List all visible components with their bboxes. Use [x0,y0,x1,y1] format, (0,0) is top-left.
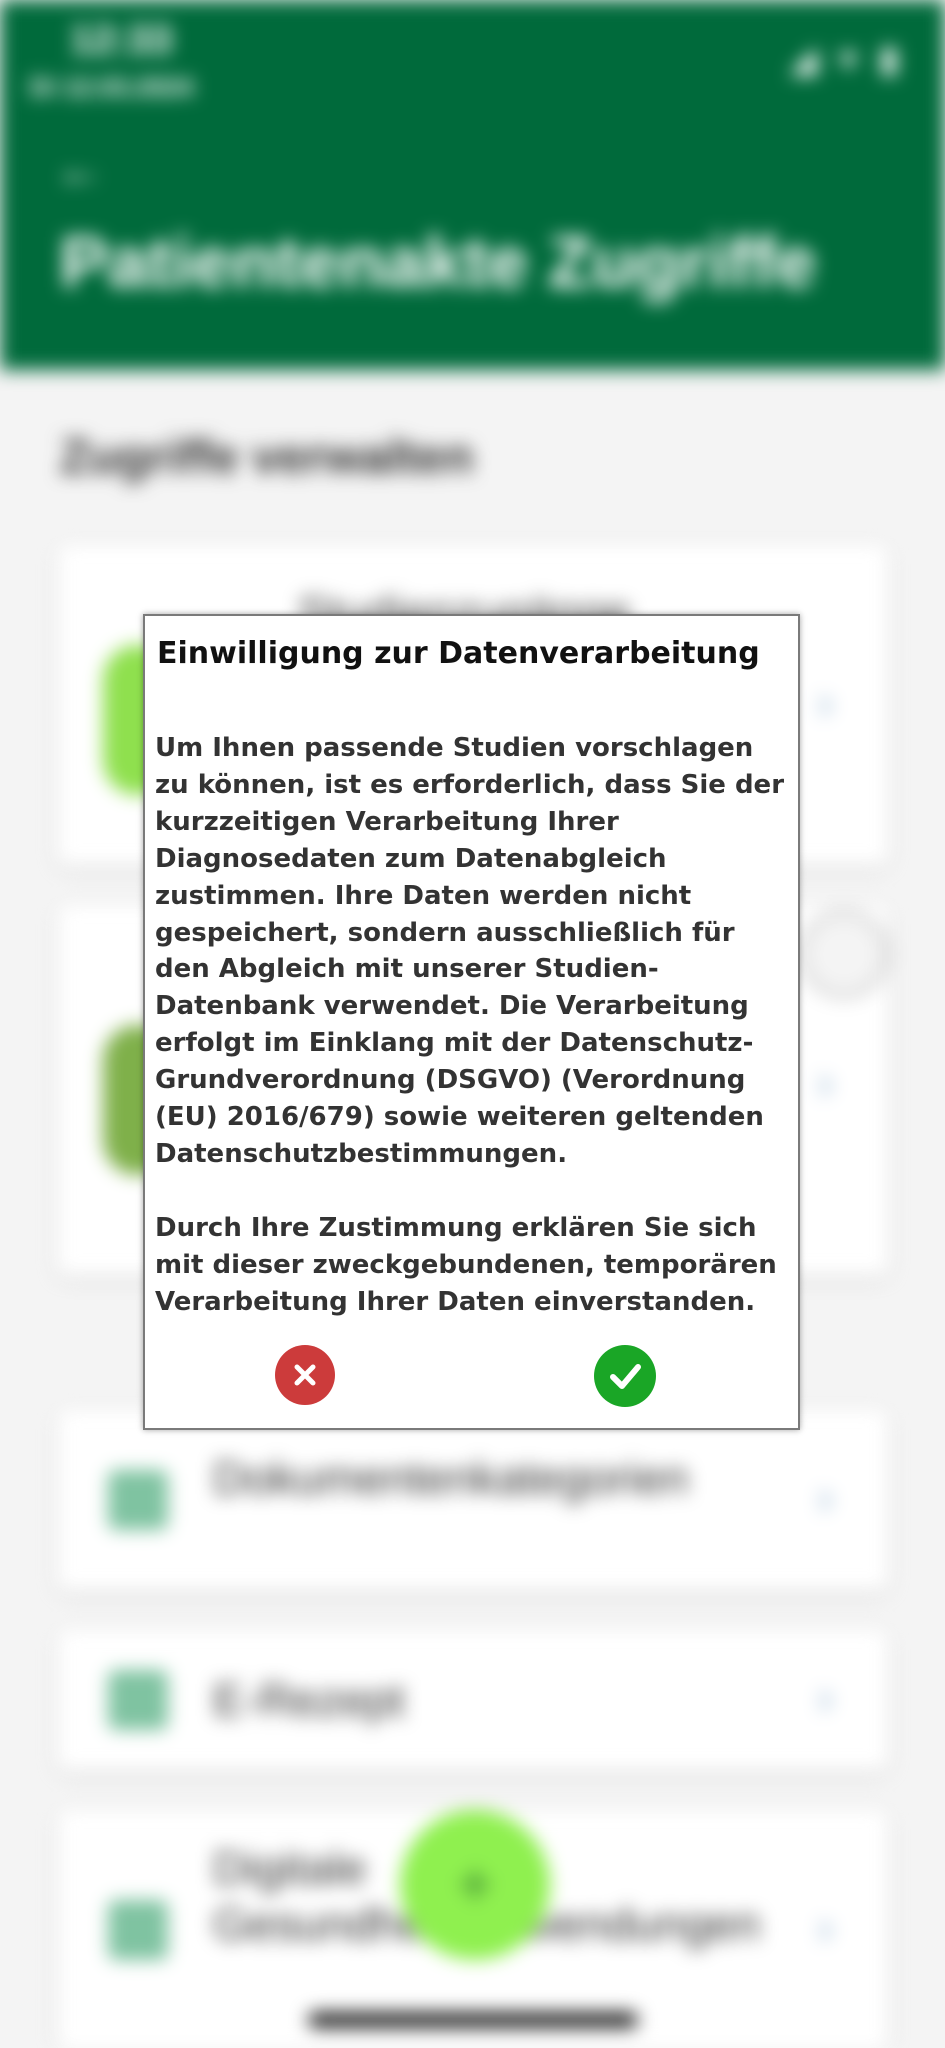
status-time: 12:33 [70,18,173,62]
card-label: E-Rezept [213,1674,405,1726]
close-icon [294,1364,316,1386]
chevron-right-icon: › [817,1056,833,1108]
chevron-right-icon: › [817,1901,833,1953]
chevron-right-icon: › [817,1671,833,1723]
dialog-title: Einwilligung zur Datenverarbeitung [157,636,760,671]
back-arrow-icon[interactable]: ← [55,140,105,198]
card-document-categories[interactable]: Dokumentenkategorien › [58,1410,888,1590]
status-icons: ◢ ▾ ▮ [789,38,905,79]
chevron-right-icon: › [817,1471,833,1523]
app-header: 12:33 Di 12.03.2024 ◢ ▾ ▮ ← Patientenakt… [0,0,945,370]
status-date: Di 12.03.2024 [30,72,194,102]
page-title: Patientenakte Zugriffe [60,223,817,303]
consent-text-paragraph-1: Um Ihnen passende Studien vorschlagen zu… [155,733,785,1169]
consent-dialog: Einwilligung zur Datenverarbeitung Um Ih… [143,614,800,1430]
section-heading: Zugriffe verwalten [60,431,474,484]
home-indicator[interactable] [308,2012,638,2028]
decline-button[interactable] [275,1345,335,1405]
document-icon [108,1470,168,1530]
chevron-right-icon: › [817,676,833,728]
checkmark-icon [610,1364,641,1389]
prescription-icon [108,1670,168,1730]
info-icon[interactable] [800,910,888,998]
card-label: Dokumentenkategorien [213,1452,689,1504]
consent-text-paragraph-2: Durch Ihre Zustimmung erklären Sie sich … [155,1212,777,1317]
app-icon [108,1900,168,1960]
card-e-prescription[interactable]: E-Rezept › [58,1630,888,1770]
dialog-body: Um Ihnen passende Studien vorschlagen zu… [155,730,787,1320]
accept-button[interactable] [594,1345,656,1407]
add-button[interactable]: + [400,1810,550,1960]
